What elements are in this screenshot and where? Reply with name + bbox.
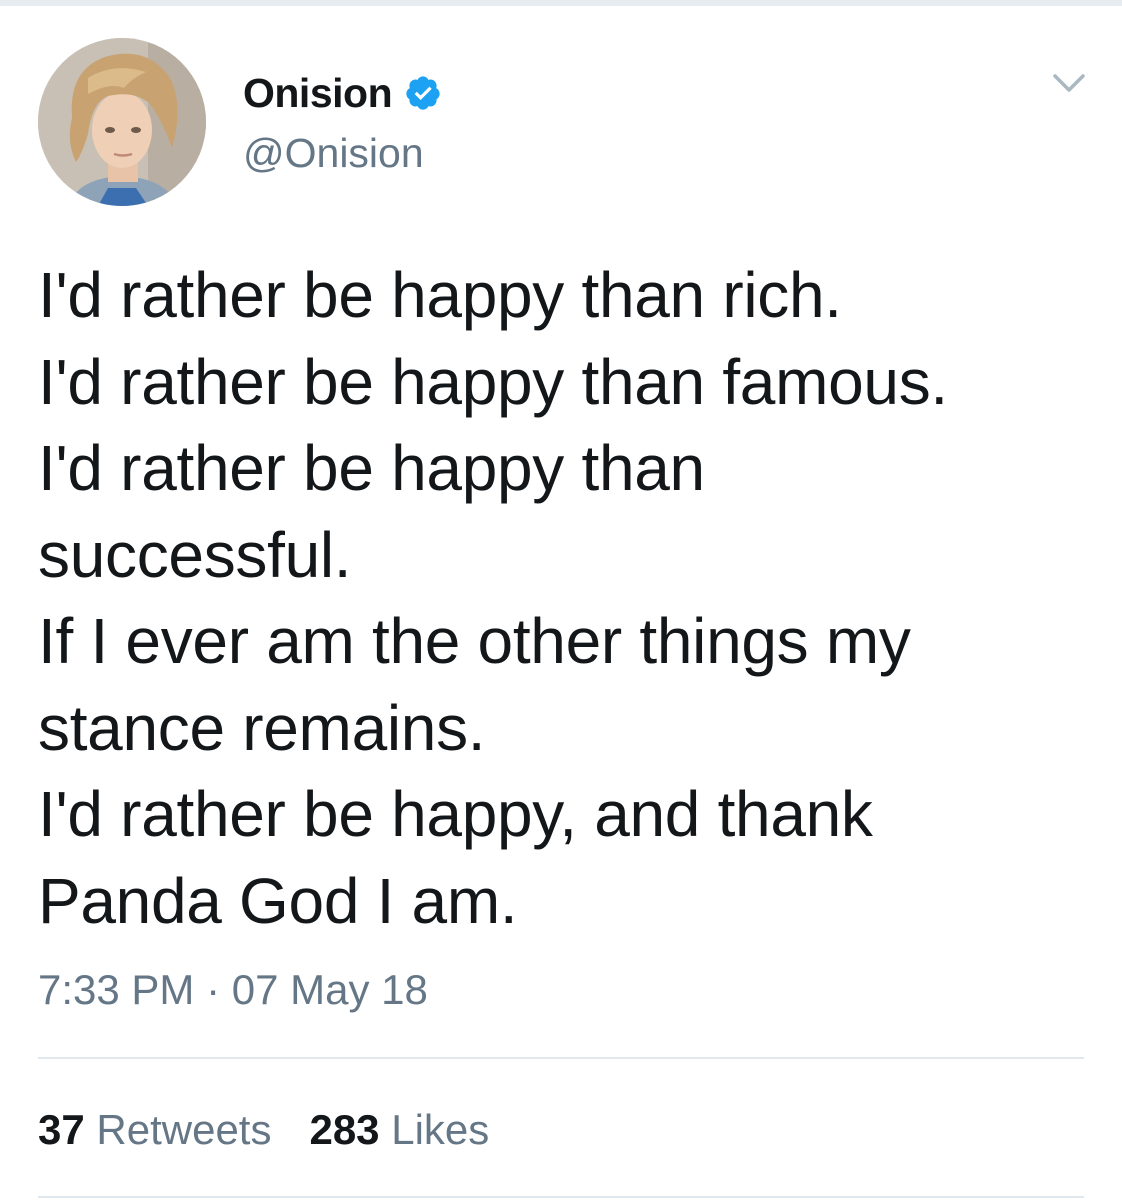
- timestamp-separator: ·: [206, 966, 221, 1013]
- chevron-down-icon[interactable]: [1052, 72, 1086, 96]
- retweets-stat[interactable]: 37 Retweets: [38, 1106, 271, 1154]
- likes-label: Likes: [391, 1106, 490, 1153]
- verified-badge-icon: [406, 76, 440, 110]
- divider: [38, 1057, 1084, 1059]
- tweet-time: 7:33 PM: [38, 966, 195, 1013]
- tweet-text-line: If I ever am the other things my: [38, 605, 911, 677]
- tweet-text: I'd rather be happy than rich. I'd rathe…: [38, 252, 1078, 944]
- tweet-text-line: Panda God I am.: [38, 864, 518, 937]
- avatar-image: [38, 38, 206, 206]
- retweets-label: Retweets: [96, 1106, 272, 1153]
- tweet-timestamp[interactable]: 7:33 PM · 07 May 18: [38, 966, 428, 1014]
- top-edge-border: [0, 0, 1122, 6]
- tweet-text-line: successful.: [38, 518, 352, 591]
- divider: [38, 1196, 1084, 1198]
- tweet-stats: 37 Retweets 283 Likes: [38, 1106, 489, 1154]
- tweet-date: 07 May 18: [231, 966, 428, 1013]
- author-display-name[interactable]: Onision: [243, 70, 393, 117]
- retweets-count: 37: [38, 1106, 85, 1153]
- tweet-text-line: stance remains.: [38, 691, 486, 764]
- likes-count: 283: [309, 1106, 380, 1153]
- tweet-text-line: I'd rather be happy than famous.: [38, 345, 948, 418]
- tweet-text-line: I'd rather be happy, and thank: [38, 778, 873, 850]
- author-name-row: Onision: [243, 68, 442, 118]
- avatar[interactable]: [38, 38, 206, 206]
- likes-stat[interactable]: 283 Likes: [309, 1106, 489, 1154]
- author-handle[interactable]: @Onision: [243, 130, 424, 177]
- tweet-text-line: I'd rather be happy than rich.: [38, 259, 842, 331]
- tweet-text-line: I'd rather be happy than: [38, 432, 705, 504]
